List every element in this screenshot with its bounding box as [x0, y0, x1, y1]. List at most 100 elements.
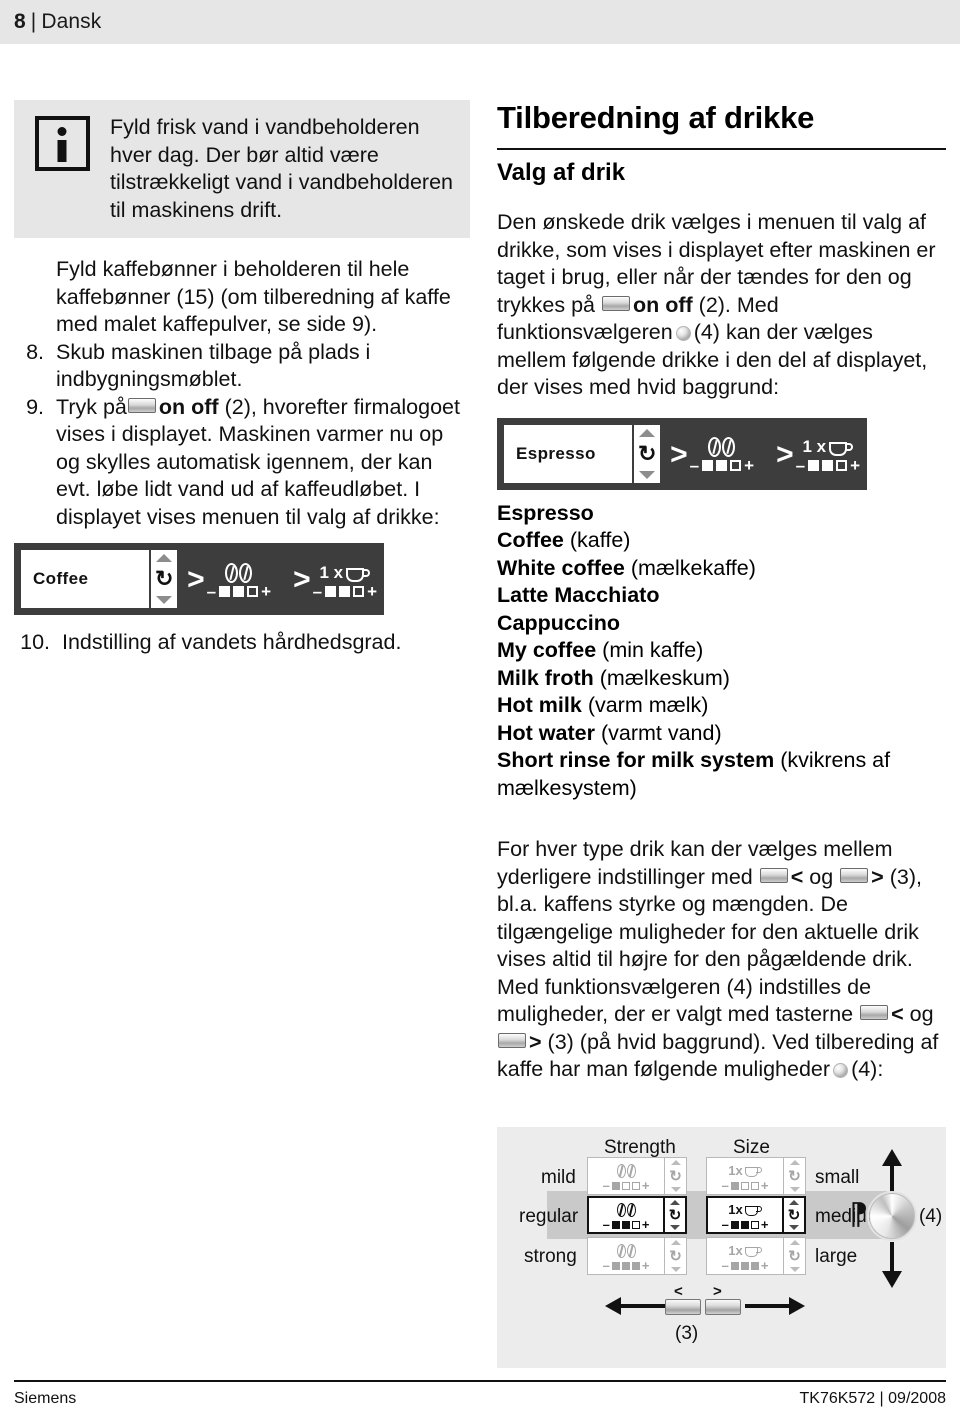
list-item: Milk froth (mælkeskum) [497, 665, 946, 693]
scale-square-filled [339, 585, 351, 597]
info-icon-wrap [14, 114, 110, 171]
arrow-left-icon [605, 1297, 621, 1315]
strength-column: – + [207, 559, 271, 600]
scroll-up-icon[interactable] [789, 1200, 799, 1205]
drink-name: Latte Macchiato [497, 583, 660, 607]
scroll-down-icon[interactable] [156, 596, 173, 604]
cup-icon [829, 442, 854, 457]
diagram-label-strong: strong [524, 1246, 577, 1267]
chevron-right-icon: > [670, 437, 688, 471]
function-selector-knob[interactable] [869, 1193, 915, 1239]
step-9-number: 9. [26, 394, 44, 419]
mini-scroll[interactable]: ↻ [663, 1198, 685, 1232]
drink-name: Milk froth [497, 665, 594, 690]
minus-sign: – [721, 1217, 729, 1232]
list-item: Coffee (kaffe) [497, 527, 946, 555]
scale-square-open [621, 1181, 630, 1190]
display-drink-name-espresso: Espresso [504, 424, 633, 483]
scroll-up-icon[interactable] [156, 554, 173, 562]
scroll-up-icon[interactable] [789, 1240, 800, 1245]
arrow-left-shaft [620, 1304, 665, 1308]
chevron-right-icon: > [776, 437, 794, 471]
scale-square-filled [702, 460, 714, 471]
cup-icon-group: 1x [728, 1199, 762, 1217]
coffee-bean-icon [616, 1199, 636, 1217]
plus-sign: + [760, 1217, 769, 1232]
scale-square-filled [730, 1181, 739, 1190]
size-display-medium[interactable]: 1x – + ↻ [706, 1196, 806, 1234]
strength-display-strong[interactable]: – + ↻ [587, 1237, 687, 1275]
right-key-icon [498, 1032, 526, 1048]
info-icon-stem [57, 140, 67, 162]
rotate-icon: ↻ [668, 1206, 682, 1224]
info-icon-dot [57, 127, 67, 136]
list-item: Cappuccino [497, 610, 946, 638]
manual-page: 8 | Dansk Fyld frisk vand i vandbeholderen… [0, 0, 960, 1420]
scroll-up-icon[interactable] [670, 1160, 681, 1165]
minus-sign: – [312, 581, 323, 601]
step-8-number: 8. [26, 339, 44, 364]
scroll-up-icon[interactable] [670, 1200, 680, 1205]
intro-paragraph: Den ønskede drik vælges i menuen til val… [497, 209, 946, 402]
drink-name: Espresso [497, 500, 594, 525]
scroll-up-icon[interactable] [670, 1240, 681, 1245]
cup-count-label: 1x [728, 1202, 743, 1217]
left-key-label: < [891, 1002, 904, 1026]
scroll-up-icon[interactable] [639, 428, 656, 437]
mini-scroll[interactable]: ↻ [664, 1158, 686, 1194]
display-options-espresso: > – + > 1 x – + [660, 425, 860, 483]
strength-display-mild[interactable]: – + ↻ [587, 1157, 687, 1195]
rotate-icon: ↻ [787, 1206, 801, 1224]
diagram-header-size: Size [733, 1137, 770, 1158]
step-9-text: Tryk på on off (2), hvorefter firmalogoet… [56, 394, 470, 532]
cup-icon-group: 1x [728, 1160, 762, 1178]
right-key-icon [840, 867, 869, 883]
mini-face: 1x – + [707, 1158, 783, 1194]
size-display-small[interactable]: 1x – + ↻ [706, 1157, 806, 1195]
scale-square-filled [611, 1181, 620, 1190]
size-scale: – + [313, 583, 377, 600]
scale-square-filled [716, 460, 728, 471]
mini-face: – + [588, 1238, 664, 1274]
right-key-button[interactable] [705, 1299, 741, 1315]
setup-steps-list: 7. Fyld kaffebønner i beholderen til hel… [14, 256, 470, 531]
strength-display-regular[interactable]: – + ↻ [587, 1196, 687, 1234]
mini-scroll[interactable]: ↻ [783, 1158, 805, 1194]
step-8-text: Skub maskinen tilbage på plads i indbygn… [56, 339, 371, 392]
scroll-down-icon[interactable] [670, 1187, 681, 1192]
drink-translation: (varmt vand) [600, 720, 722, 745]
cup-count-label: 1 x [802, 437, 827, 456]
scroll-down-icon[interactable] [789, 1225, 799, 1230]
page-header-bar [0, 0, 960, 44]
scroll-up-icon[interactable] [789, 1160, 800, 1165]
drink-name: Cappuccino [497, 610, 621, 635]
scroll-down-icon[interactable] [670, 1225, 680, 1230]
scale-square-open [750, 1181, 759, 1190]
scroll-down-icon[interactable] [670, 1267, 681, 1272]
left-key-label: < [790, 864, 804, 889]
scroll-down-icon[interactable] [789, 1267, 800, 1272]
cup-icon-group: 1 x [319, 559, 371, 583]
right-column: Tilberedning af drikke Valg af drik Den … [497, 100, 946, 1084]
drink-name: White coffee [497, 555, 625, 580]
minus-sign: – [795, 456, 806, 475]
display-scroll-control-espresso[interactable]: ↻ [632, 424, 661, 483]
size-display-large[interactable]: 1x – + ↻ [706, 1237, 806, 1275]
left-key-button[interactable] [665, 1299, 701, 1315]
scroll-down-icon[interactable] [789, 1187, 800, 1192]
diagram-header-strength: Strength [604, 1137, 676, 1158]
coffee-bean-icon [225, 559, 253, 583]
setup-steps-list-continued: 10. Indstilling af vandets hårdhedsgrad. [14, 629, 470, 657]
mini-scroll[interactable]: ↻ [664, 1238, 686, 1274]
display-options-coffee: > – + > 1 x – + [177, 550, 377, 608]
diagram-label-small: small [815, 1167, 860, 1188]
scroll-down-icon[interactable] [639, 470, 656, 479]
left-column: Fyld frisk vand i vandbeholderen hver da… [14, 100, 470, 657]
arrow-up-shaft [890, 1164, 894, 1194]
scale-square-filled [808, 460, 820, 471]
display-scroll-control-coffee[interactable]: ↻ [149, 550, 178, 608]
mini-scroll[interactable]: ↻ [782, 1198, 804, 1232]
scale-square-open [750, 1220, 759, 1229]
arrow-down-icon [882, 1271, 902, 1288]
mini-scroll[interactable]: ↻ [783, 1238, 805, 1274]
